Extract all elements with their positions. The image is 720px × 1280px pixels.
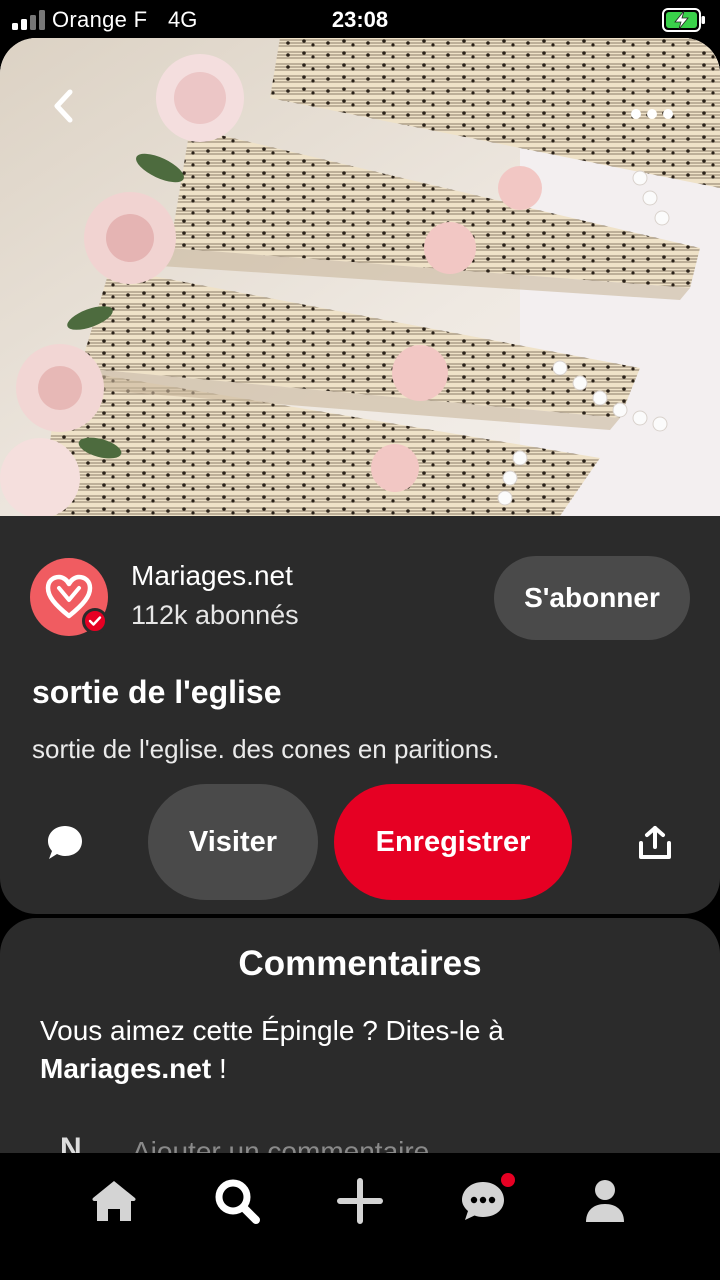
home-icon [92,1181,136,1221]
more-options-button[interactable] [624,94,680,134]
nav-home[interactable] [84,1171,144,1231]
nav-messages[interactable] [453,1171,515,1231]
comments-title: Commentaires [238,944,482,983]
ellipsis-icon [631,109,673,119]
author-name[interactable]: Mariages.net [131,560,293,592]
clock: 23:08 [331,7,389,32]
share-icon [639,826,671,859]
nav-search[interactable] [207,1171,267,1231]
messages-icon [462,1182,504,1220]
notification-dot [501,1173,515,1187]
comments-prompt-suffix: ! [211,1053,227,1084]
follow-button[interactable]: S'abonner [494,556,690,640]
bottom-nav [0,1153,720,1280]
pin-action-row: Visiter Enregistrer [0,784,720,900]
follower-count: 112k abonnés [131,600,299,630]
save-button[interactable]: Enregistrer [334,784,572,900]
share-button[interactable] [630,818,680,868]
pin-description: sortie de l'eglise. des cones en paritio… [32,734,500,764]
author-row: Mariages.net 112k abonnés S'abonner [30,556,690,640]
nav-create[interactable] [330,1171,390,1231]
pin-detail-screen: Orange F 4G 23:08 Mariages.net 112k abon… [0,0,720,1280]
comments-prompt-text: Vous aimez cette Épingle ? Dites-le à [40,1015,504,1046]
comments-prompt-author[interactable]: Mariages.net [40,1053,211,1084]
comments-prompt: Vous aimez cette Épingle ? Dites-le à Ma… [40,1012,680,1088]
nav-profile[interactable] [575,1171,635,1231]
status-bar: Orange F 4G 23:08 [0,0,720,40]
pin-title: sortie de l'eglise [32,674,282,710]
chevron-left-icon [54,89,73,123]
plus-icon [337,1178,383,1224]
battery-charging-icon [662,8,705,32]
profile-icon [586,1180,624,1222]
comment-bubble-icon [48,826,82,859]
comment-button[interactable] [40,818,90,868]
search-icon [215,1179,260,1224]
pin-image[interactable] [0,38,720,516]
sheet-music-cones-photo [0,38,720,516]
visit-button[interactable]: Visiter [148,784,318,900]
pin-card: Mariages.net 112k abonnés S'abonner sort… [0,38,720,914]
back-button[interactable] [40,82,88,130]
verified-badge-icon [82,608,108,634]
